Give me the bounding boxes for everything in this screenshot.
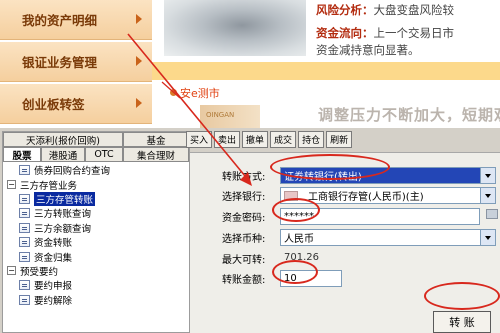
currency-label: 选择币种: <box>222 234 266 245</box>
menu-item-label: 我的资产明细 <box>22 13 98 28</box>
tree-item-label: 三方存管转账 <box>34 191 96 206</box>
news-headline[interactable]: 调整压力不断加大，短期观 <box>318 104 500 125</box>
tree-item-balance-query[interactable]: 三方余额查询 <box>3 221 189 235</box>
refresh-button[interactable]: 刷新 <box>326 131 353 148</box>
tree-item-third-party-transfer[interactable]: 三方存管转账 <box>3 191 189 206</box>
trading-window: 天添利(报价回购) 基金 股票 港股通 OTC 集合理财 债券回购合约查询 − … <box>0 128 500 333</box>
keyboard-icon[interactable] <box>486 209 498 219</box>
risk-label: 风险分析： <box>316 3 374 17</box>
bullet-icon <box>170 89 177 96</box>
trades-button[interactable]: 成交 <box>270 131 297 148</box>
chevron-right-icon <box>136 56 142 66</box>
sell-button[interactable]: 卖出 <box>214 131 241 148</box>
tree-item-transfer-query[interactable]: 三方转账查询 <box>3 206 189 220</box>
tree-item-label: 要约解除 <box>34 295 73 307</box>
currency-select[interactable]: 人民币 <box>280 229 496 246</box>
tree-item-label: 资金转账 <box>34 238 73 250</box>
tree-item-label: 要约申报 <box>34 281 73 293</box>
document-icon <box>19 193 30 204</box>
funds-text-2: 资金减持意向显著。 <box>316 43 420 57</box>
tab-hk-connect[interactable]: 港股通 <box>41 147 85 162</box>
menu-item-label: 创业板转签 <box>22 97 85 112</box>
annotation-ring-password <box>272 198 320 222</box>
tree-item-label: 三方余额查询 <box>34 223 92 235</box>
chevron-down-icon[interactable] <box>480 168 495 183</box>
collapse-icon[interactable]: − <box>7 180 16 190</box>
document-icon <box>19 294 30 305</box>
tree-item-fund-collect[interactable]: 资金归集 <box>3 249 189 264</box>
document-icon <box>19 165 30 176</box>
annotation-ring-transfer-mode <box>270 154 390 180</box>
positions-button[interactable]: 持仓 <box>298 131 325 148</box>
tab-stock[interactable]: 股票 <box>3 147 41 162</box>
max-label: 最大可转: <box>222 255 266 266</box>
transfer-button[interactable]: 转 账 <box>433 311 491 333</box>
chevron-right-icon <box>136 98 142 108</box>
tab-collective-wealth[interactable]: 集合理财 <box>123 147 189 162</box>
collapse-icon[interactable]: − <box>7 266 16 276</box>
tree-item-label: 资金归集 <box>34 252 73 264</box>
amount-label: 转账金额: <box>222 275 266 286</box>
menu-item-chinext[interactable]: 创业板转签 <box>0 84 152 124</box>
document-icon <box>19 251 30 262</box>
document-icon <box>19 237 30 248</box>
tree-item-label: 三方存管业务 <box>20 180 78 192</box>
bank-value: 工商银行存管(人民币)(主) <box>308 192 424 203</box>
cancel-order-button[interactable]: 撤单 <box>242 131 269 148</box>
risk-text: 大盘变盘风险较 <box>373 3 455 17</box>
banner-image-text: OINGAN <box>206 111 235 119</box>
left-menu: 我的资产明细 银证业务管理 创业板转签 <box>0 0 152 128</box>
menu-item-bank-securities[interactable]: 银证业务管理 <box>0 42 152 82</box>
row-bank: 选择银行: 工商银行存管(人民币)(主) <box>190 187 500 204</box>
bank-label: 选择银行: <box>222 192 266 203</box>
transfer-mode-label: 转账方式: <box>222 172 266 183</box>
row-password: 资金密码: ****** <box>190 208 500 225</box>
funds-text: 上一个交易日市 <box>373 26 455 40</box>
chevron-down-icon[interactable] <box>480 188 495 203</box>
row-max: 最大可转: 701.26 <box>190 250 500 267</box>
funds-label: 资金流向： <box>316 26 374 40</box>
row-currency: 选择币种: 人民币 <box>190 229 500 246</box>
tab-fund[interactable]: 基金 <box>123 132 189 147</box>
tree-folder-tender-offer[interactable]: − 预受要约 <box>3 264 189 278</box>
tree-item-offer-declare[interactable]: 要约申报 <box>3 278 189 292</box>
annotation-ring-transfer-button <box>424 282 500 310</box>
menu-item-assets[interactable]: 我的资产明细 <box>0 0 152 40</box>
document-icon <box>19 208 30 219</box>
tabs-row-2: 股票 港股通 OTC 集合理财 <box>3 147 189 162</box>
trade-toolbar: 买入 卖出 撤单 成交 持仓 刷新 <box>186 131 498 149</box>
tree-item-label: 三方转账查询 <box>34 209 92 221</box>
banner-image: OINGAN <box>200 105 260 128</box>
buy-button[interactable]: 买入 <box>186 131 213 148</box>
tree-item-label: 债券回购合约查询 <box>34 166 111 178</box>
tab-repo[interactable]: 天添利(报价回购) <box>3 132 123 147</box>
document-icon <box>19 280 30 291</box>
chevron-down-icon[interactable] <box>480 230 495 245</box>
tab-otc[interactable]: OTC <box>85 147 123 162</box>
document-icon <box>19 222 30 233</box>
tree-item-fund-transfer[interactable]: 资金转账 <box>3 235 189 249</box>
tree-folder-third-party[interactable]: − 三方存管业务 <box>3 177 189 192</box>
tabs-row-1: 天添利(报价回购) 基金 <box>3 132 189 147</box>
function-tree: 天添利(报价回购) 基金 股票 港股通 OTC 集合理财 债券回购合约查询 − … <box>2 131 190 333</box>
tree-item-label: 预受要约 <box>20 266 59 278</box>
currency-value: 人民币 <box>284 234 314 245</box>
password-label: 资金密码: <box>222 213 266 224</box>
chevron-right-icon <box>136 14 142 24</box>
annotation-ring-amount <box>272 260 318 284</box>
tree-list: 债券回购合约查询 − 三方存管业务 三方存管转账 三方转账查询 三方余额查询 资… <box>3 163 189 307</box>
tree-item-offer-cancel[interactable]: 要约解除 <box>3 293 189 307</box>
news-text: 风险分析：大盘变盘风险较 资金流向：上一个交易日市 资金减持意向显著。 <box>316 2 500 66</box>
sub-header-title[interactable]: 安e测市 <box>180 85 220 101</box>
tree-item-repo-query[interactable]: 债券回购合约查询 <box>3 163 189 177</box>
news-image <box>164 0 306 56</box>
menu-item-label: 银证业务管理 <box>22 55 98 70</box>
divider-strip <box>152 62 500 80</box>
